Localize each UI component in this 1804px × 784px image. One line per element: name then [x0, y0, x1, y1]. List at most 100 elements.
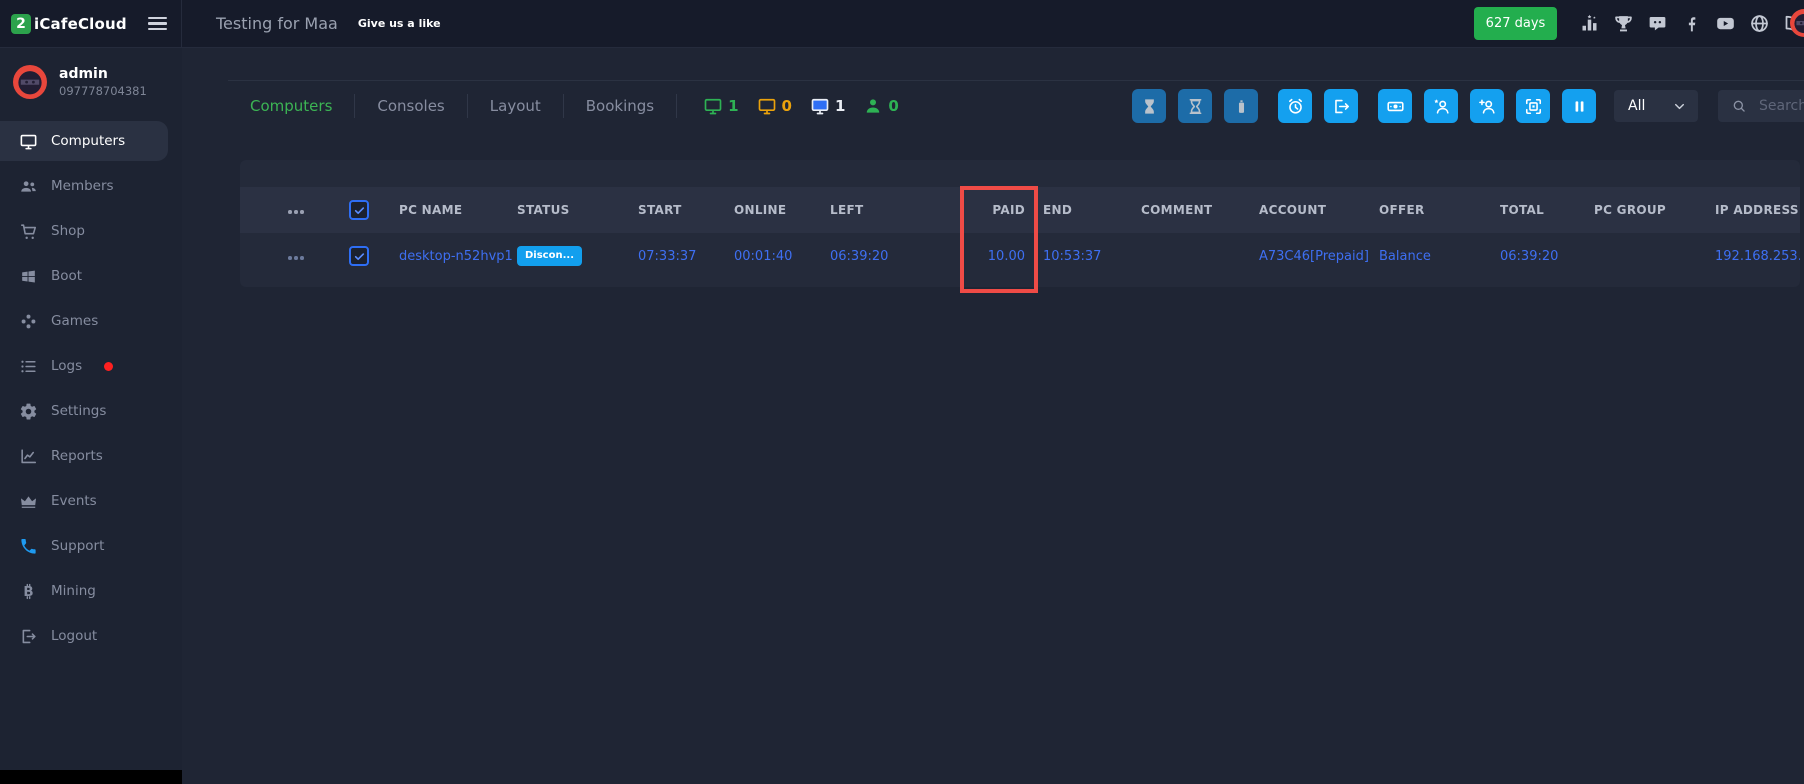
person-plus-button[interactable] — [1470, 89, 1504, 123]
computers-table-card: PC NAMESTATUSSTARTONLINELEFTPAIDENDCOMME… — [240, 160, 1800, 287]
trophy-icon[interactable] — [1613, 13, 1634, 34]
app-logo-text: iCafeCloud — [34, 15, 127, 33]
cash-button[interactable] — [1378, 89, 1412, 123]
monitor-icon — [757, 96, 777, 116]
discord-icon[interactable] — [1647, 13, 1668, 34]
monitor-icon — [703, 96, 723, 116]
topbar-icon-links — [1579, 13, 1804, 34]
sidebar-item-label: Logout — [51, 628, 97, 644]
scan-icon — [1524, 97, 1543, 116]
hourglass-button[interactable] — [1178, 89, 1212, 123]
tab-computers[interactable]: Computers — [228, 94, 355, 118]
status-badge: Discon... — [517, 246, 582, 266]
sidebar-item-label: Reports — [51, 448, 103, 464]
search-input[interactable] — [1757, 97, 1804, 115]
gear-icon — [19, 402, 38, 421]
sidebar-item-support[interactable]: Support — [0, 526, 182, 566]
monitor-icon — [19, 132, 38, 151]
counter-value: 1 — [728, 97, 738, 115]
col-online-header[interactable]: ONLINE — [734, 203, 830, 217]
col-menu-header[interactable] — [240, 203, 336, 218]
hamburger-menu-icon[interactable] — [148, 17, 167, 31]
counter-value: 0 — [888, 97, 898, 115]
col-end-header[interactable]: END — [1037, 203, 1141, 217]
chevron-down-icon — [1673, 100, 1686, 113]
sidebar-item-reports[interactable]: Reports — [0, 436, 182, 476]
ranking-icon[interactable] — [1579, 13, 1600, 34]
app-logo-icon: 2 — [11, 14, 31, 34]
col-status-header[interactable]: STATUS — [517, 203, 638, 217]
select-all-checkbox[interactable] — [349, 200, 369, 220]
sidebar-item-events[interactable]: Events — [0, 481, 182, 521]
col-select-header[interactable] — [336, 200, 399, 220]
sidebar-item-logout[interactable]: Logout — [0, 616, 182, 656]
hourglass-icon — [1186, 97, 1205, 116]
table-header-row: PC NAMESTATUSSTARTONLINELEFTPAIDENDCOMME… — [240, 187, 1800, 233]
table-row[interactable]: desktop-n52hvp1Discon...07:33:3700:01:40… — [240, 233, 1800, 279]
col-pc_name-cell: desktop-n52hvp1 — [399, 249, 517, 264]
status-counters: 1010 — [703, 96, 899, 116]
chart-icon — [19, 447, 38, 466]
youtube-icon[interactable] — [1715, 13, 1736, 34]
col-start-header[interactable]: START — [638, 203, 734, 217]
col-offer-cell: Balance — [1379, 249, 1500, 264]
give-us-a-like-link[interactable]: Give us a like — [358, 17, 441, 30]
sidebar-item-label: Computers — [51, 133, 125, 149]
sidebar-item-members[interactable]: Members — [0, 166, 182, 206]
sidebar-item-label: Support — [51, 538, 104, 554]
scan-button[interactable] — [1516, 89, 1550, 123]
cart-icon — [19, 222, 38, 241]
sidebar-item-label: Shop — [51, 223, 85, 239]
sidebar-profile: admin 097778704381 — [0, 47, 182, 99]
windows-icon — [19, 267, 38, 286]
sidebar-item-computers[interactable]: Computers — [0, 121, 168, 161]
admin-avatar[interactable] — [13, 65, 47, 99]
pause-button[interactable] — [1562, 89, 1596, 123]
alarm-icon — [1286, 97, 1305, 116]
sidebar-item-mining[interactable]: BMining — [0, 571, 182, 611]
battery-button[interactable] — [1224, 89, 1258, 123]
col-account-header[interactable]: ACCOUNT — [1259, 203, 1379, 217]
row-menu-dots[interactable] — [288, 252, 304, 264]
col-offer-header[interactable]: OFFER — [1379, 203, 1500, 217]
tab-bookings[interactable]: Bookings — [564, 94, 677, 118]
col-total-header[interactable]: TOTAL — [1500, 203, 1594, 217]
sidebar-item-label: Games — [51, 313, 98, 329]
cash-icon — [1386, 97, 1405, 116]
filter-value: All — [1628, 98, 1645, 114]
sidebar-menu: Computers Members Shop Boot Games Logs Setting… — [0, 121, 182, 656]
days-remaining-button[interactable]: 627 days — [1474, 7, 1557, 40]
check-icon — [353, 204, 366, 217]
alarm-button[interactable] — [1278, 89, 1312, 123]
sidebar-item-boot[interactable]: Boot — [0, 256, 182, 296]
col-pc_group-header[interactable]: PC GROUP — [1594, 203, 1715, 217]
members-icon — [19, 177, 38, 196]
person-star-button[interactable] — [1424, 89, 1458, 123]
hourglass-filled-button[interactable] — [1132, 89, 1166, 123]
header-menu-dots[interactable] — [288, 206, 304, 218]
sidebar-item-games[interactable]: Games — [0, 301, 182, 341]
view-tabs: ComputersConsolesLayoutBookings — [228, 94, 677, 118]
filter-select[interactable]: All — [1614, 90, 1698, 122]
sidebar-item-settings[interactable]: Settings — [0, 391, 182, 431]
col-paid-header[interactable]: PAID — [962, 203, 1037, 217]
col-ip-cell: 192.168.253.129 — [1715, 249, 1800, 264]
sidebar-item-logs[interactable]: Logs — [0, 346, 182, 386]
row-checkbox[interactable] — [349, 246, 369, 266]
col-comment-header[interactable]: COMMENT — [1141, 203, 1259, 217]
tab-layout[interactable]: Layout — [468, 94, 564, 118]
svg-text:B: B — [23, 584, 33, 599]
col-pc_name-header[interactable]: PC NAME — [399, 203, 517, 217]
sign-out-button[interactable] — [1324, 89, 1358, 123]
col-start-cell: 07:33:37 — [638, 249, 734, 264]
tab-consoles[interactable]: Consoles — [355, 94, 467, 118]
sidebar-bottom-gap — [0, 770, 182, 784]
sidebar-item-shop[interactable]: Shop — [0, 211, 182, 251]
col-left-header[interactable]: LEFT — [830, 203, 962, 217]
col-ip-header[interactable]: IP ADDRESS — [1715, 203, 1800, 217]
search-box — [1718, 90, 1804, 122]
topbar: 2 iCafeCloud Testing for Maa Give us a l… — [0, 0, 1804, 48]
globe-icon[interactable] — [1749, 13, 1770, 34]
facebook-icon[interactable] — [1681, 13, 1702, 34]
col-select-cell — [336, 246, 399, 266]
